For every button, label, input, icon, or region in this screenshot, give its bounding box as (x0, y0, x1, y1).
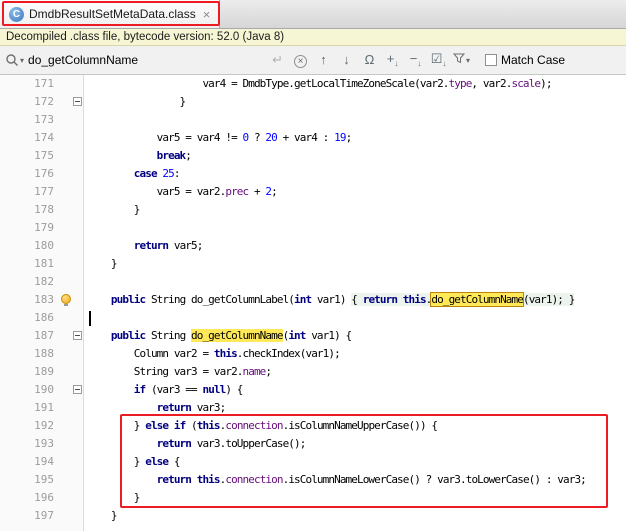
code-line[interactable]: 188 Column var2 = this.checkIndex(var1); (0, 345, 626, 363)
fold-marker-icon[interactable] (73, 331, 82, 340)
tab-dmdb-resultset-metadata[interactable]: C DmdbResultSetMetaData.class × (0, 0, 221, 28)
line-number: 188 (34, 347, 54, 360)
select-all-occurrences-icon[interactable]: ☑↓ (427, 46, 450, 74)
code-line[interactable]: 193 return var3.toUpperCase(); (0, 435, 626, 453)
match-case-label: Match Case (501, 53, 566, 67)
code-line[interactable]: 195 return this.connection.isColumnNameL… (0, 471, 626, 489)
line-number: 189 (34, 365, 54, 378)
code-line[interactable]: 186 (0, 309, 626, 327)
chevron-down-icon: ▾ (466, 56, 471, 65)
line-number: 171 (34, 77, 54, 90)
line-number: 181 (34, 257, 54, 270)
code-line[interactable]: 174 var5 = var4 != 0 ? 20 + var4 : 19; (0, 129, 626, 147)
code-line[interactable]: 175 break; (0, 147, 626, 165)
line-number: 187 (34, 329, 54, 342)
code-line[interactable]: 187 public String do_getColumnName(int v… (0, 327, 626, 345)
line-number: 192 (34, 419, 54, 432)
line-number: 180 (34, 239, 54, 252)
line-number: 174 (34, 131, 54, 144)
line-number: 182 (34, 275, 54, 288)
line-number: 183 (34, 293, 54, 306)
code-line[interactable]: 173 (0, 111, 626, 129)
previous-occurrence-icon[interactable]: ↑ (312, 47, 335, 73)
line-number: 196 (34, 491, 54, 504)
line-number: 177 (34, 185, 54, 198)
funnel-icon (452, 53, 466, 64)
clear-search-icon[interactable]: × (289, 47, 312, 73)
text-caret (89, 310, 91, 326)
code-line[interactable]: 183 public String do_getColumnLabel(int … (0, 291, 626, 309)
line-number: 176 (34, 167, 54, 180)
line-number: 172 (34, 95, 54, 108)
search-history-button[interactable]: ▾ (5, 53, 24, 67)
code-line[interactable]: 181 } (0, 255, 626, 273)
code-line[interactable]: 196 } (0, 489, 626, 507)
line-number: 194 (34, 455, 54, 468)
find-word-at-caret-icon[interactable]: Ω (358, 47, 381, 73)
line-number: 178 (34, 203, 54, 216)
unselect-occurrence-icon[interactable]: −↓ (404, 46, 427, 74)
code-line[interactable]: 171 var4 = DmdbType.getLocalTimeZoneScal… (0, 75, 626, 93)
match-case-checkbox[interactable]: Match Case (485, 53, 565, 67)
chevron-down-icon: ▾ (20, 55, 25, 65)
line-number: 175 (34, 149, 54, 162)
decompiled-banner: Decompiled .class file, bytecode version… (0, 29, 626, 46)
code-line[interactable]: 197 } (0, 507, 626, 525)
line-number: 186 (34, 311, 54, 324)
next-occurrence-icon[interactable]: ↓ (335, 47, 358, 73)
small-down-arrow-icon: ↓ (442, 59, 447, 68)
intention-bulb-icon[interactable] (61, 294, 71, 306)
line-number: 179 (34, 221, 54, 234)
code-line[interactable]: 190 if (var3 == null) { (0, 381, 626, 399)
small-down-arrow-icon: ↓ (394, 59, 399, 68)
editor-tab-bar: C DmdbResultSetMetaData.class × (0, 0, 626, 29)
code-line[interactable]: 179 (0, 219, 626, 237)
line-number: 197 (34, 509, 54, 522)
line-number: 191 (34, 401, 54, 414)
search-icon (6, 54, 18, 66)
code-line[interactable]: 191 return var3; (0, 399, 626, 417)
code-line[interactable]: 172 } (0, 93, 626, 111)
small-down-arrow-icon: ↓ (417, 59, 422, 68)
code-line[interactable]: 178 } (0, 201, 626, 219)
code-line[interactable]: 177 var5 = var2.prec + 2; (0, 183, 626, 201)
code-line[interactable]: 176 case 25: (0, 165, 626, 183)
checkbox-icon (485, 54, 498, 66)
fold-marker-icon[interactable] (73, 97, 82, 106)
line-number: 193 (34, 437, 54, 450)
fold-marker-icon[interactable] (73, 385, 82, 394)
class-icon: C (9, 6, 24, 22)
code-line[interactable]: 189 String var3 = var2.name; (0, 363, 626, 381)
code-line[interactable]: 192 } else if (this.connection.isColumnN… (0, 417, 626, 435)
line-number: 195 (34, 473, 54, 486)
code-lines: 171 var4 = DmdbType.getLocalTimeZoneScal… (0, 75, 626, 525)
line-number: 173 (34, 113, 54, 126)
code-line[interactable]: 182 (0, 273, 626, 291)
find-bar: ▾ ↵ × ↑ ↓ Ω +↓ −↓ ☑↓ ▾ Match Case (0, 46, 626, 75)
code-line[interactable]: 180 return var5; (0, 237, 626, 255)
filter-search-results-icon[interactable]: ▾ (450, 46, 473, 74)
search-input[interactable] (28, 53, 267, 67)
tab-close-icon[interactable]: × (203, 7, 211, 22)
code-line[interactable]: 194 } else { (0, 453, 626, 471)
add-selection-icon[interactable]: +↓ (381, 46, 404, 74)
newline-icon[interactable]: ↵ (266, 47, 289, 73)
line-number: 190 (34, 383, 54, 396)
code-editor[interactable]: 171 var4 = DmdbType.getLocalTimeZoneScal… (0, 75, 626, 531)
tab-title: DmdbResultSetMetaData.class (29, 7, 196, 21)
ide-window: C DmdbResultSetMetaData.class × Decompil… (0, 0, 626, 531)
